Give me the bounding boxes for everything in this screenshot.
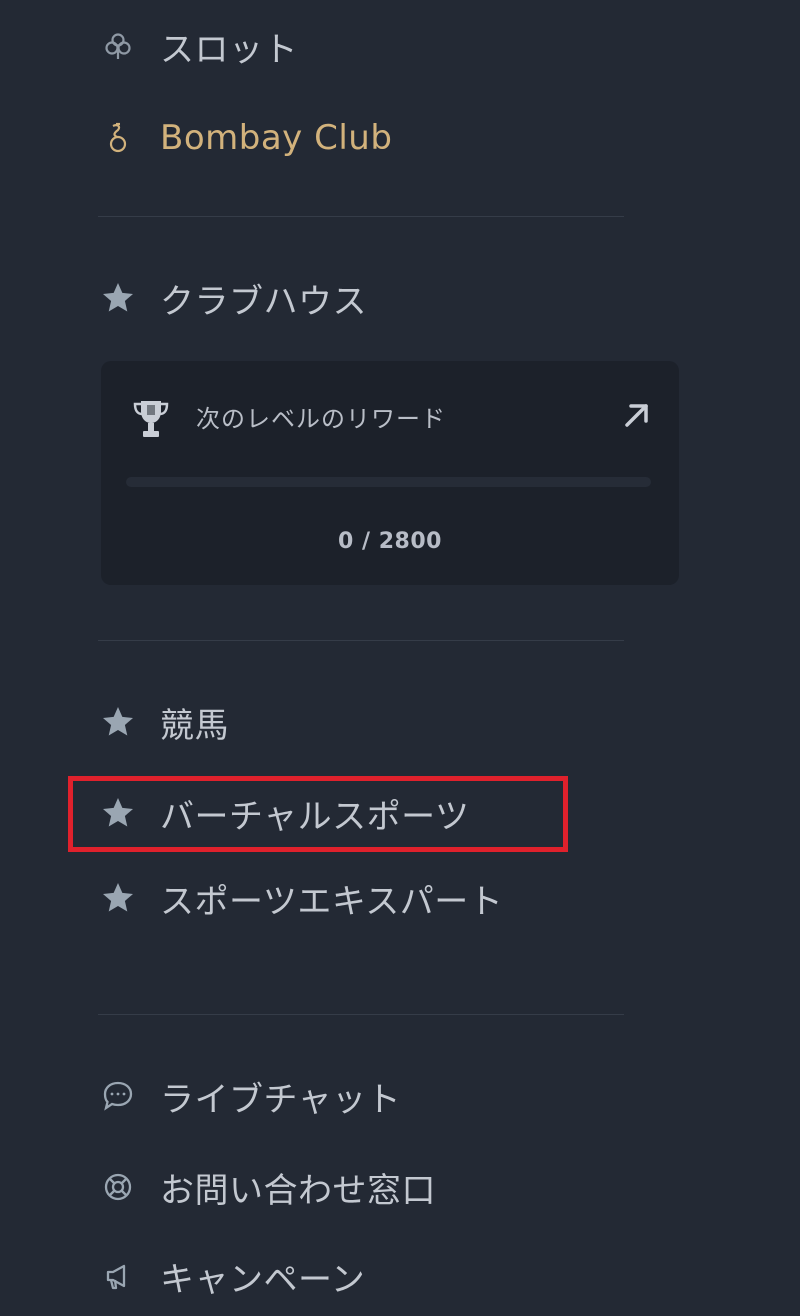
divider — [98, 640, 624, 641]
nav-item-slots[interactable]: スロット — [98, 18, 298, 74]
megaphone-icon — [98, 1256, 138, 1296]
arrow-up-right-icon[interactable] — [619, 397, 655, 433]
clover-icon — [98, 26, 138, 66]
nav-item-label: キャンペーン — [160, 1259, 366, 1300]
nav-item-label: クラブハウス — [160, 281, 367, 322]
highlight-box — [68, 776, 568, 852]
nav-item-label: ライブチャット — [160, 1079, 402, 1120]
nav-item-label: スロット — [160, 29, 298, 70]
nav-item-live-chat[interactable]: ライブチャット — [98, 1068, 401, 1124]
reward-card-title: 次のレベルのリワード — [196, 405, 446, 433]
chat-bubble-icon — [98, 1076, 138, 1116]
star-icon — [98, 878, 138, 918]
nav-item-label: 競馬 — [160, 705, 229, 746]
reward-card[interactable]: 次のレベルのリワード 0 / 2800 — [101, 361, 679, 585]
nav-item-horse-racing[interactable]: 競馬 — [98, 694, 229, 750]
nav-item-campaigns[interactable]: キャンペーン — [98, 1248, 365, 1304]
bombay-club-icon — [98, 118, 138, 158]
star-icon — [98, 278, 138, 318]
reward-progress-text: 0 / 2800 — [338, 529, 442, 554]
reward-progress-bar — [126, 477, 651, 487]
divider — [98, 216, 624, 217]
nav-item-label: スポーツエキスパート — [160, 881, 504, 922]
nav-item-sports-expert[interactable]: スポーツエキスパート — [98, 870, 503, 926]
nav-item-clubhouse[interactable]: クラブハウス — [98, 270, 367, 326]
nav-item-contact[interactable]: お問い合わせ窓口 — [98, 1159, 436, 1215]
nav-item-label: Bombay Club — [160, 118, 393, 158]
lifebuoy-icon — [98, 1167, 138, 1207]
trophy-icon — [131, 397, 171, 441]
nav-item-bombay-club[interactable]: Bombay Club — [98, 110, 392, 166]
divider — [98, 1014, 624, 1015]
star-icon — [98, 702, 138, 742]
nav-item-label: お問い合わせ窓口 — [160, 1170, 436, 1211]
